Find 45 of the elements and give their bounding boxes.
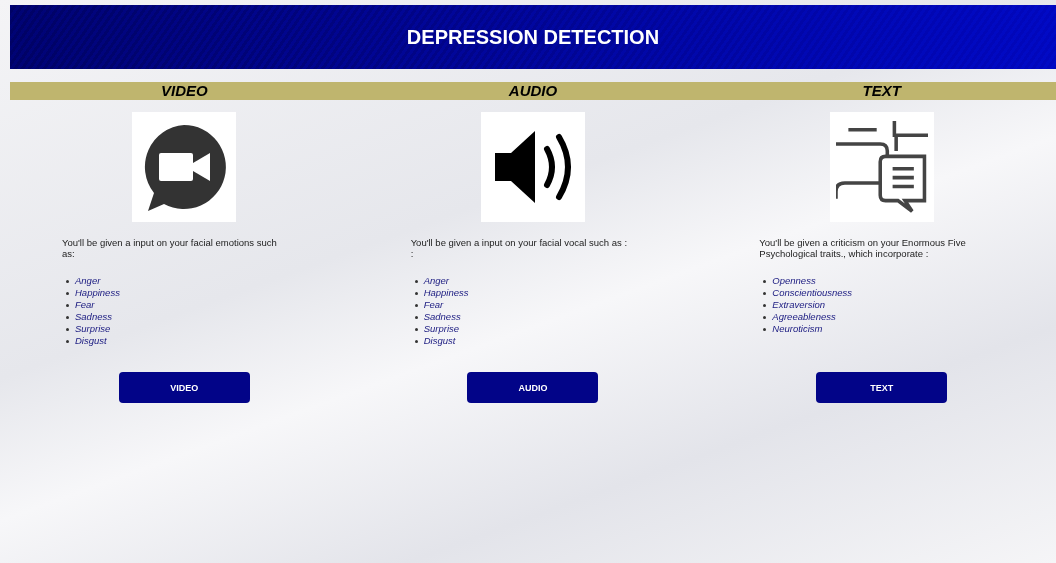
section-heading: TEXT	[862, 82, 901, 100]
list-item-text: Happiness	[75, 287, 120, 299]
list-item-text: Conscientiousness	[772, 287, 853, 299]
page-title: DEPRESSION DETECTION	[406, 25, 660, 49]
bullet-icon	[763, 303, 767, 307]
list-item-text: Sadness	[75, 311, 112, 323]
description-text: You'll be given a criticism on your Enormous Five Psychological traits., which incorporate :	[759, 237, 967, 259]
list-item-text: Anger	[75, 275, 101, 287]
description-text: You'll be given a input on your facial emotions such as:	[62, 237, 278, 259]
list-item-text: Fear	[75, 299, 95, 311]
bullet-icon	[763, 279, 767, 283]
list-item-text: Surprise	[75, 323, 111, 335]
bullet-icon	[414, 291, 418, 295]
list-item-text: Agreeableness	[772, 311, 836, 323]
list-item-text: Extraversion	[772, 299, 826, 311]
bullet-icon	[414, 315, 418, 319]
bullet-icon	[763, 315, 767, 319]
chat-document-icon	[835, 119, 928, 215]
list-item-text: Surprise	[423, 323, 460, 335]
bullet-icon	[66, 315, 69, 319]
list-item-text: Sadness	[423, 311, 461, 323]
bullet-icon	[414, 339, 418, 343]
description-text: You'll be given a input on your facial vocal such as : :	[410, 237, 629, 259]
section-button[interactable]: AUDIO	[467, 372, 599, 403]
section-heading: AUDIO	[508, 82, 558, 100]
bullet-icon	[66, 291, 69, 295]
list-item-text: Neuroticism	[772, 323, 823, 335]
section-button[interactable]: TEXT	[816, 372, 948, 403]
list-item-text: Openness	[772, 275, 816, 287]
bullet-icon	[66, 327, 69, 331]
bullet-icon	[414, 303, 418, 307]
section-heading: VIDEO	[161, 82, 208, 100]
bullet-icon	[66, 339, 69, 343]
list-item-text: Disgust	[423, 335, 456, 347]
bullet-icon	[414, 327, 418, 331]
section-button[interactable]: VIDEO	[118, 372, 250, 403]
bullet-icon	[763, 327, 767, 331]
list-item-text: Fear	[423, 299, 444, 311]
list-item-text: Disgust	[75, 335, 107, 347]
list-item-text: Happiness	[423, 287, 469, 299]
bullet-icon	[66, 303, 69, 307]
bullet-icon	[66, 279, 69, 283]
bullet-icon	[763, 291, 767, 295]
list-item-text: Anger	[423, 275, 449, 287]
bullet-icon	[414, 279, 418, 283]
